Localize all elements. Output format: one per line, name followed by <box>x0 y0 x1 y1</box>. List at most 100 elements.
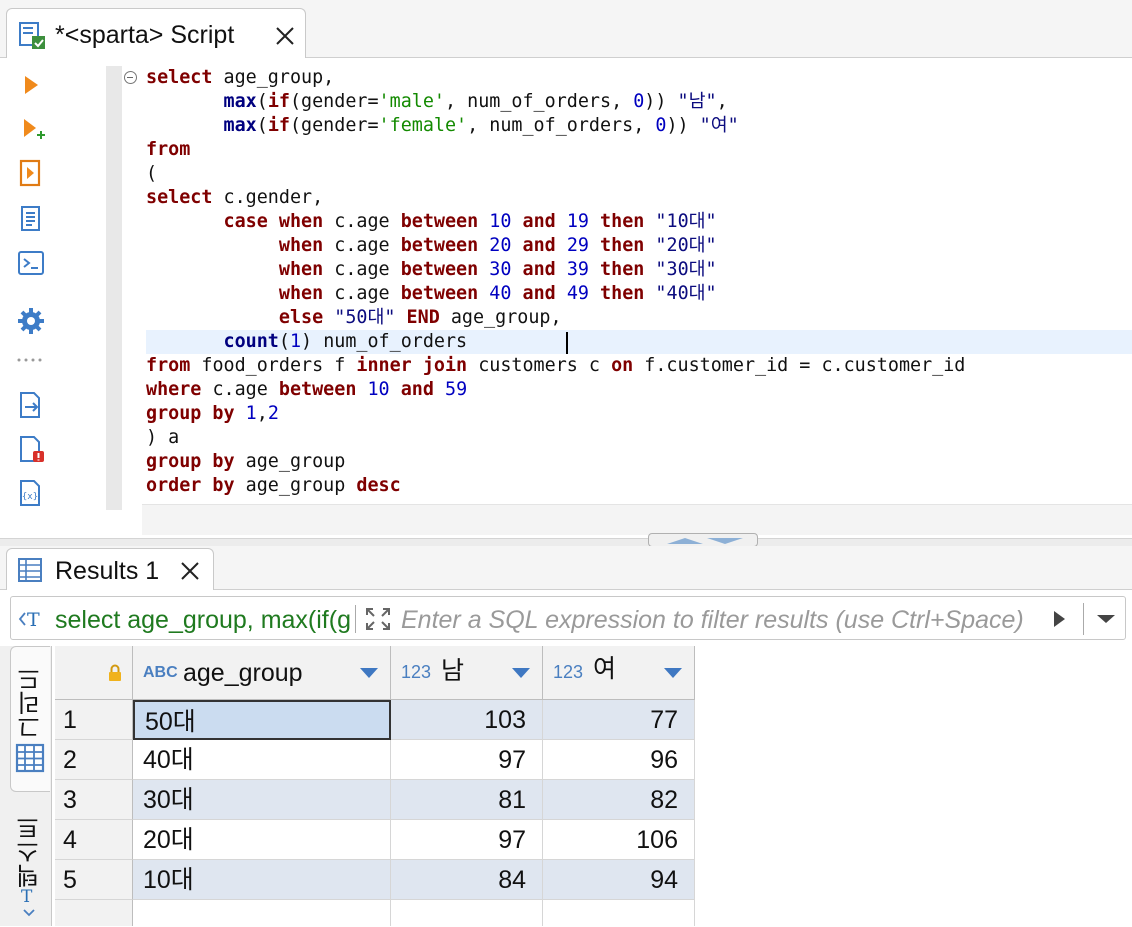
chevron-down-icon[interactable] <box>663 666 683 680</box>
code-token: ( <box>146 163 158 184</box>
cell-male[interactable]: 97 <box>391 740 543 780</box>
cell-male[interactable]: 103 <box>391 700 543 740</box>
side-tab-grid[interactable]: 그리드 <box>10 646 50 792</box>
code-token: , <box>256 403 268 424</box>
chevron-down-icon[interactable] <box>511 666 531 680</box>
code-token: 39 <box>566 259 589 280</box>
presentation-side-tabs: 그리드 텍스트 T <box>0 646 52 926</box>
text-view-icon[interactable]: T <box>18 886 40 922</box>
chevron-down-icon[interactable] <box>359 666 379 680</box>
code-line[interactable]: when c.age between 30 and 39 then "30대" <box>146 258 1132 282</box>
table-row[interactable]: 1 50대 103 77 <box>55 700 1132 740</box>
side-tab-text-label[interactable]: 텍스트 <box>16 816 46 888</box>
cell-female[interactable]: 82 <box>543 780 695 820</box>
chevron-down-icon[interactable] <box>1093 607 1119 631</box>
code-line[interactable]: from <box>146 138 1132 162</box>
fold-collapse-icon[interactable] <box>124 71 137 84</box>
apply-filter-icon[interactable] <box>1049 607 1069 631</box>
cell-age-group[interactable]: 10대 <box>133 860 391 900</box>
cell-age-group[interactable]: 50대 <box>133 700 391 740</box>
code-token: 0 <box>655 115 667 136</box>
code-line[interactable]: case when c.age between 10 and 19 then "… <box>146 210 1132 234</box>
code-line[interactable]: else "50대" END age_group, <box>146 306 1132 330</box>
table-row[interactable]: 3 30대 81 82 <box>55 780 1132 820</box>
variables-icon[interactable]: {x} <box>16 478 46 508</box>
row-number[interactable]: 3 <box>55 780 133 820</box>
cell-age-group[interactable]: 40대 <box>133 740 391 780</box>
code-line[interactable]: group by 1,2 <box>146 402 1132 426</box>
explain-plan-icon[interactable] <box>16 204 46 234</box>
tab-results-1[interactable]: Results 1 <box>6 548 214 590</box>
code-line[interactable]: when c.age between 20 and 29 then "20대" <box>146 234 1132 258</box>
sql-code[interactable]: select age_group, max(if(gender='male', … <box>146 66 1132 498</box>
close-icon[interactable] <box>179 560 201 582</box>
cell-female[interactable]: 77 <box>543 700 695 740</box>
code-token: inner join <box>356 355 468 376</box>
cell-female[interactable]: 106 <box>543 820 695 860</box>
terminal-output-icon[interactable] <box>16 248 46 278</box>
code-line[interactable]: select c.gender, <box>146 186 1132 210</box>
row-number[interactable]: 4 <box>55 820 133 860</box>
query-preview[interactable]: select age_group, max(if(gender='male', … <box>55 605 351 635</box>
editor-tab-script[interactable]: *<sparta> Script <box>6 8 306 58</box>
export-icon[interactable] <box>16 390 46 420</box>
table-row[interactable]: 2 40대 97 96 <box>55 740 1132 780</box>
execute-statement-icon[interactable] <box>16 70 46 100</box>
code-line[interactable]: select age_group, <box>146 66 1132 90</box>
column-header-male[interactable]: 123 남 <box>391 646 543 700</box>
cell-age-group[interactable]: 30대 <box>133 780 391 820</box>
row-number[interactable]: 5 <box>55 860 133 900</box>
code-line[interactable]: order by age_group desc <box>146 474 1132 498</box>
code-line[interactable]: when c.age between 40 and 49 then "40대" <box>146 282 1132 306</box>
filter-box: T select age_group, max(if(gender='male'… <box>10 596 1126 640</box>
code-token: ) num_of_orders <box>301 331 468 352</box>
code-line[interactable]: from food_orders f inner join customers … <box>146 354 1132 378</box>
code-line[interactable]: group by age_group <box>146 450 1132 474</box>
row-number[interactable]: 2 <box>55 740 133 780</box>
sql-editor[interactable]: select age_group, max(if(gender='male', … <box>62 58 1132 538</box>
cell-age-group[interactable]: 20대 <box>133 820 391 860</box>
cell-male[interactable]: 97 <box>391 820 543 860</box>
code-token: max <box>223 91 257 112</box>
cell-female[interactable]: 94 <box>543 860 695 900</box>
code-line[interactable]: max(if(gender='female', num_of_orders, 0… <box>146 114 1132 138</box>
column-header-age-group[interactable]: ABC age_group <box>133 646 391 700</box>
column-name: 여 <box>593 655 617 683</box>
cell-female[interactable]: 96 <box>543 740 695 780</box>
cell-male[interactable]: 84 <box>391 860 543 900</box>
execute-script-icon[interactable] <box>16 158 46 188</box>
code-token: 1 <box>245 403 257 424</box>
close-icon[interactable] <box>273 24 297 48</box>
code-line[interactable]: max(if(gender='male', num_of_orders, 0))… <box>146 90 1132 114</box>
code-token: 0 <box>633 91 645 112</box>
code-line[interactable]: ) a <box>146 426 1132 450</box>
table-row[interactable]: 5 10대 84 94 <box>55 860 1132 900</box>
settings-gear-icon[interactable] <box>16 306 46 336</box>
lock-icon <box>107 664 123 682</box>
code-line[interactable]: where c.age between 10 and 59 <box>146 378 1132 402</box>
cell-male[interactable]: 81 <box>391 780 543 820</box>
sash-toggle-handle[interactable] <box>648 533 758 547</box>
code-line[interactable]: ( <box>146 162 1132 186</box>
code-token: order by <box>146 475 235 496</box>
expand-icon[interactable] <box>363 605 393 633</box>
code-token: 59 <box>445 379 468 400</box>
filter-input[interactable]: Enter a SQL expression to filter results… <box>401 605 1047 635</box>
code-token: (gender= <box>289 91 379 112</box>
code-line[interactable]: count(1) num_of_orders <box>146 330 1132 354</box>
row-number[interactable]: 1 <box>55 700 133 740</box>
table-row[interactable]: 4 20대 97 106 <box>55 820 1132 860</box>
code-token: between <box>400 283 479 304</box>
results-grid[interactable]: ABC age_group 123 남 123 여 1 50대 103 77 2… <box>55 646 1132 926</box>
more-dots-icon[interactable] <box>16 352 46 362</box>
column-header-female[interactable]: 123 여 <box>543 646 695 700</box>
code-token: select <box>146 67 213 88</box>
script-error-icon[interactable] <box>16 434 46 464</box>
execute-in-new-tab-icon[interactable] <box>16 114 46 144</box>
editor-left-toolbar: {x} <box>0 58 62 538</box>
